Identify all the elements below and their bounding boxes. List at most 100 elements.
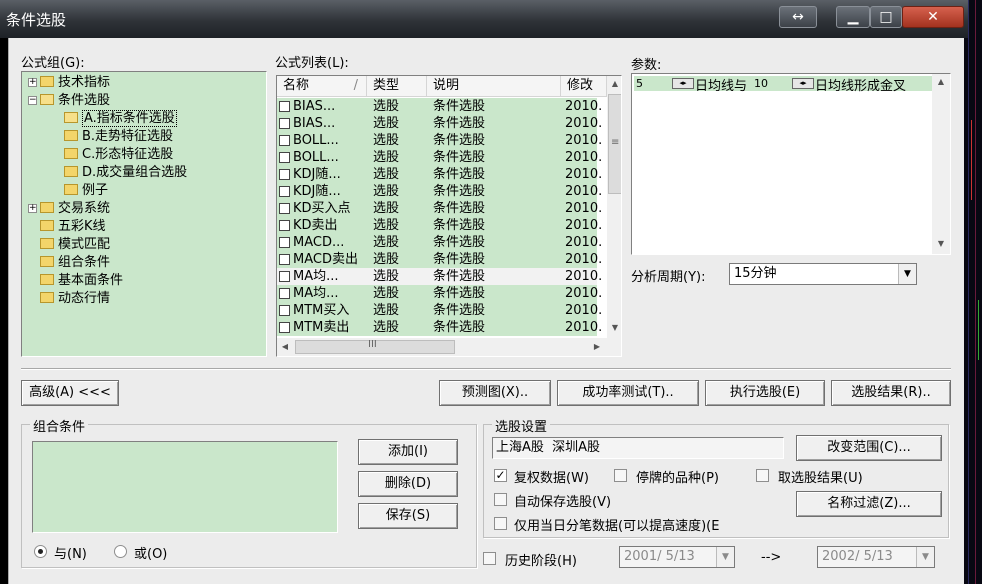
scroll-left-icon[interactable]: ◀ (277, 339, 293, 355)
period-select[interactable]: 15分钟 ▼ (729, 263, 917, 285)
checkbox-autosave[interactable] (494, 493, 507, 506)
maximize-button[interactable]: □ (870, 6, 902, 28)
tree-node-pattern[interactable]: C.形态特征选股 (64, 146, 173, 164)
checkbox-tick-only-label: 仅用当日分笔数据(可以提高速度)(E (514, 519, 720, 534)
formula-row[interactable]: KD买入点 选股 条件选股 2010. (277, 200, 602, 217)
combo-conditions-list[interactable] (32, 441, 338, 533)
radio-and[interactable] (34, 545, 47, 558)
spin-icon[interactable]: ◂▸ (672, 78, 694, 89)
tree-node-volume[interactable]: D.成交量组合选股 (64, 164, 187, 182)
formula-desc: 条件选股 (433, 201, 486, 216)
horizontal-scrollbar[interactable]: ◀ III ▶ (277, 338, 621, 356)
market-range-field[interactable]: 上海A股 深圳A股 (492, 437, 784, 459)
chevron-down-icon[interactable]: ▼ (716, 547, 734, 567)
folder-icon (64, 148, 78, 159)
formula-row[interactable]: BIAS... 选股 条件选股 2010. (277, 115, 602, 132)
delete-button[interactable]: 删除(D) (358, 471, 458, 497)
col-header-desc[interactable]: 说明 (427, 76, 561, 97)
formula-type: 选股 (373, 201, 400, 216)
formula-row[interactable]: BOLL... 选股 条件选股 2010. (277, 132, 602, 149)
formula-row[interactable]: MA均... 选股 条件选股 2010. (277, 268, 602, 285)
expand-icon[interactable]: + (28, 204, 37, 213)
params-scrollbar[interactable]: ▲ ▼ (932, 74, 950, 254)
col-header-type[interactable]: 类型 (367, 76, 427, 97)
close-button[interactable]: ✕ (902, 6, 964, 28)
param-1-input[interactable] (634, 76, 670, 91)
col-header-name[interactable]: 名称 / (277, 76, 367, 97)
formula-row[interactable]: MTM卖出 选股 条件选股 2010. (277, 319, 602, 336)
folder-icon (40, 256, 54, 267)
formula-row[interactable]: MACD... 选股 条件选股 2010. (277, 234, 602, 251)
formula-row[interactable]: BOLL... 选股 条件选股 2010. (277, 149, 602, 166)
success-test-button[interactable]: 成功率测试(T).. (557, 380, 699, 406)
scroll-thumb[interactable]: III (295, 339, 455, 354)
checkbox-suspended[interactable] (614, 469, 627, 482)
param-2-input[interactable] (752, 76, 788, 91)
radio-or[interactable] (114, 545, 127, 558)
formula-row[interactable]: MACD卖出 选股 条件选股 2010. (277, 251, 602, 268)
checkbox-tick-only[interactable] (494, 517, 507, 530)
formula-name: MTM买入 (293, 303, 350, 318)
scroll-down-icon[interactable]: ▼ (607, 320, 621, 336)
formula-name: MACD卖出 (293, 252, 358, 267)
name-filter-button[interactable]: 名称过滤(Z)... (796, 491, 942, 517)
formula-row[interactable]: KDJ随... 选股 条件选股 2010. (277, 183, 602, 200)
expand-icon[interactable]: + (28, 78, 37, 87)
change-range-button[interactable]: 改变范围(C)... (796, 435, 942, 461)
tree-node-label: 例子 (82, 183, 109, 198)
formula-row[interactable]: MTM买入 选股 条件选股 2010. (277, 302, 602, 319)
save-button[interactable]: 保存(S) (358, 503, 458, 529)
spin-icon[interactable]: ◂▸ (792, 78, 814, 89)
tree-node-dynamic[interactable]: 动态行情 (40, 290, 110, 308)
formula-doc-icon (279, 135, 290, 146)
scroll-up-icon[interactable]: ▲ (607, 76, 621, 92)
scroll-down-icon[interactable]: ▼ (933, 236, 949, 252)
formula-list[interactable]: 名称 / 类型 说明 修改 BIAS... 选股 条件选股 2010. BIAS... 选… (276, 75, 622, 357)
formula-doc-icon (279, 118, 290, 129)
tree-node-indicator-selected[interactable]: A.指标条件选股 (64, 110, 177, 128)
chevron-down-icon[interactable]: ▼ (898, 264, 916, 284)
scroll-up-icon[interactable]: ▲ (933, 74, 949, 90)
run-selection-button[interactable]: 执行选股(E) (705, 380, 825, 406)
advanced-button[interactable]: 高级(A) <<< (21, 380, 119, 406)
add-button[interactable]: 添加(I) (358, 439, 458, 465)
history-from-select[interactable]: 2001/ 5/13 ▼ (619, 546, 735, 568)
formula-modified: 2010. (565, 286, 603, 301)
formula-row[interactable]: BIAS... 选股 条件选股 2010. (277, 98, 602, 115)
checkbox-history[interactable] (483, 552, 496, 565)
tree-node-condition[interactable]: − 条件选股 (26, 92, 110, 110)
formula-doc-icon (279, 305, 290, 316)
tree-node-tech[interactable]: + 技术指标 (26, 74, 110, 92)
vertical-scrollbar[interactable]: ▲ ≡ ▼ (607, 76, 621, 338)
formula-doc-icon (279, 322, 290, 333)
formula-row[interactable]: MA均... 选股 条件选股 2010. (277, 285, 602, 302)
history-to-select[interactable]: 2002/ 5/13 ▼ (817, 546, 935, 568)
tree-node-trend[interactable]: B.走势特征选股 (64, 128, 173, 146)
formula-row[interactable]: KDJ随... 选股 条件选股 2010. (277, 166, 602, 183)
tree-node-combo[interactable]: 组合条件 (40, 254, 110, 272)
collapse-icon[interactable]: − (28, 96, 37, 105)
checkbox-restore[interactable]: ✓ (494, 469, 507, 482)
expand-icon[interactable]: ↔ (779, 6, 817, 28)
tree-node-pattern-match[interactable]: 模式匹配 (40, 236, 110, 254)
preview-button[interactable]: 预测图(X).. (439, 380, 551, 406)
scroll-right-icon[interactable]: ▶ (589, 339, 605, 355)
title-bar: 条件选股 ↔ ▁ □ ✕ (0, 0, 968, 38)
minimize-button[interactable]: ▁ (836, 6, 870, 28)
chevron-down-icon[interactable]: ▼ (916, 547, 934, 567)
tree-node-colorbar[interactable]: 五彩K线 (40, 218, 106, 236)
results-button[interactable]: 选股结果(R).. (831, 380, 951, 406)
formula-list-rows: BIAS... 选股 条件选股 2010. BIAS... 选股 条件选股 2010. BOLL… (277, 98, 607, 338)
scroll-thumb[interactable]: ≡ (608, 94, 621, 194)
tree-node-fundamental[interactable]: 基本面条件 (40, 272, 123, 290)
formula-modified: 2010. (565, 99, 603, 114)
checkbox-take-result[interactable] (756, 469, 769, 482)
period-value: 15分钟 (734, 266, 777, 281)
formula-name: KD买入点 (293, 201, 351, 216)
formula-group-tree[interactable]: + 技术指标 − 条件选股 A.指标条件选股 B.走势特征选股 C.形态特征选股… (21, 71, 267, 357)
formula-row[interactable]: KD卖出 选股 条件选股 2010. (277, 217, 602, 234)
tree-node-trading[interactable]: + 交易系统 (26, 200, 110, 218)
col-header-modified[interactable]: 修改 (561, 76, 607, 97)
tree-node-example[interactable]: 例子 (64, 182, 108, 200)
radio-and-label: 与(N) (54, 547, 87, 562)
